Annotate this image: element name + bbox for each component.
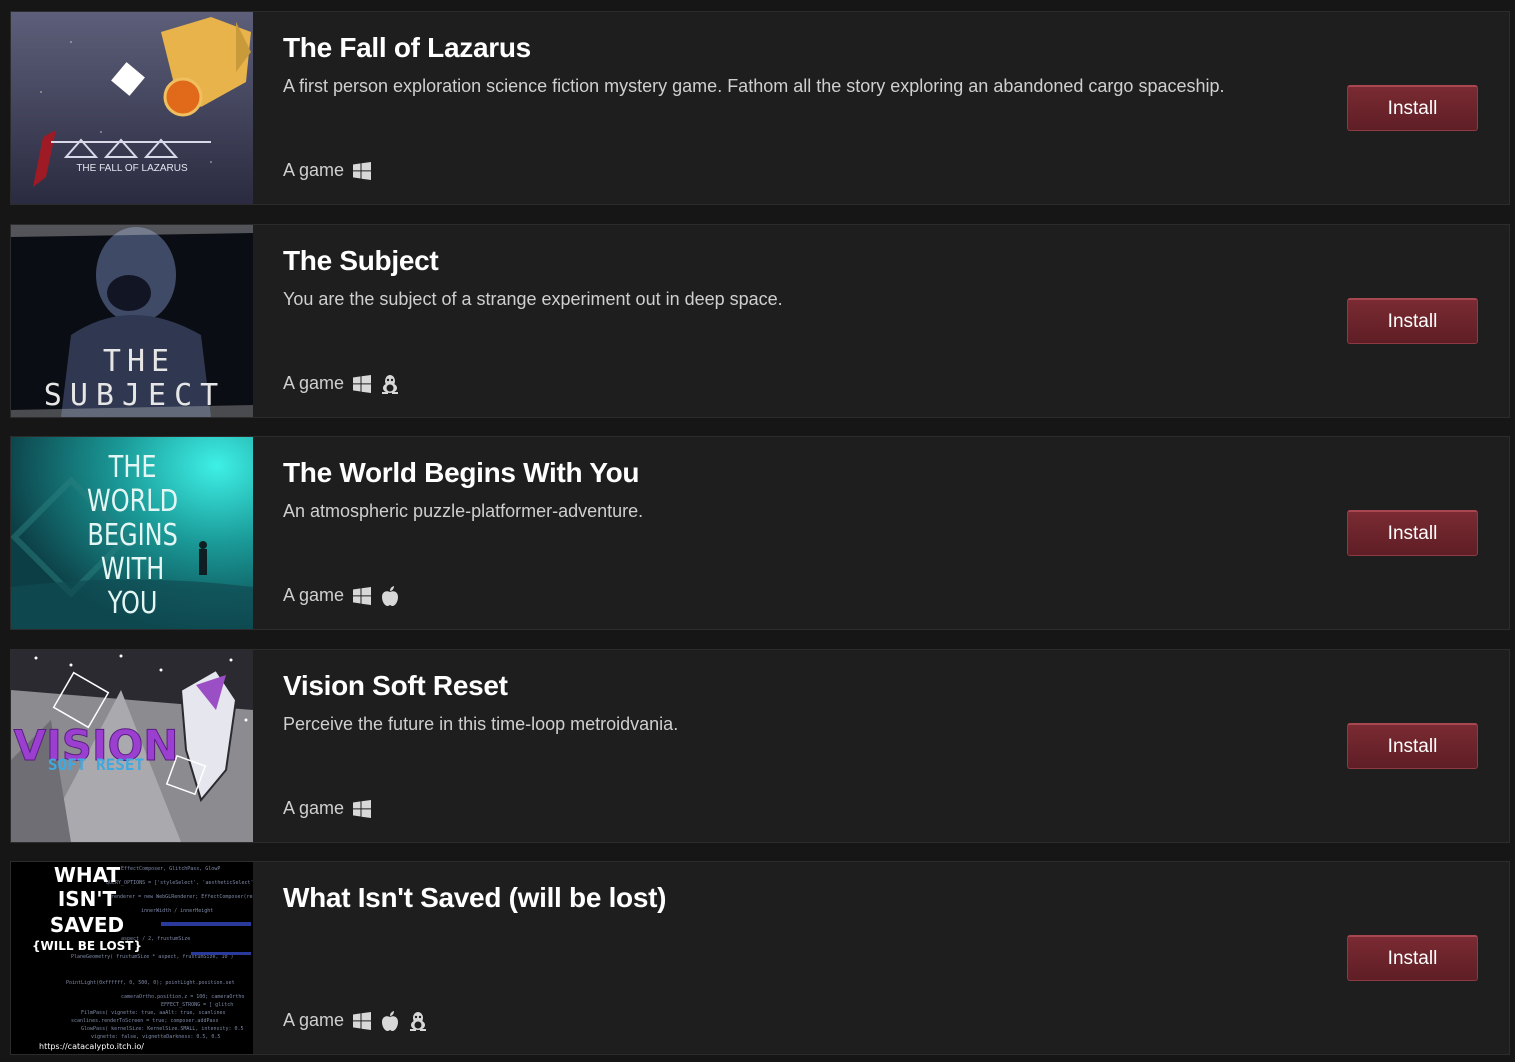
game-title[interactable]: Vision Soft Reset	[283, 670, 508, 702]
game-title[interactable]: What Isn't Saved (will be lost)	[283, 882, 666, 914]
game-type-label: A game	[283, 1010, 345, 1030]
game-title[interactable]: The Fall of Lazarus	[283, 32, 531, 64]
svg-text:GlowPass( kernelSize: KernelSi: GlowPass( kernelSize: KernelSize.SMALL, …	[81, 1026, 244, 1032]
apple-icon	[380, 585, 400, 606]
windows-icon	[352, 586, 372, 606]
svg-text:PointLight(0xffffff, 0, 500, 0: PointLight(0xffffff, 0, 500, 0); pointLi…	[66, 980, 235, 986]
svg-text:BEGINS: BEGINS	[87, 518, 177, 552]
game-title[interactable]: The Subject	[283, 245, 439, 277]
install-button[interactable]: Install	[1347, 85, 1478, 131]
svg-text:QUERY_OPTIONS = ['styleSelect': QUERY_OPTIONS = ['styleSelect', 'aesthet…	[106, 880, 253, 886]
svg-text:SOFT RESET: SOFT RESET	[48, 755, 144, 774]
game-row: THE WORLD BEGINS WITH YOU The World Begi…	[10, 436, 1510, 630]
svg-text:cameraOrtho.position.z = 100;: cameraOrtho.position.z = 100; cameraOrth…	[121, 994, 244, 1000]
game-description: A first person exploration science ficti…	[283, 76, 1225, 96]
game-row: EffectComposer, GlitchPass, GlowP QUERY_…	[10, 861, 1510, 1055]
install-button[interactable]: Install	[1347, 723, 1478, 769]
install-button[interactable]: Install	[1347, 935, 1478, 981]
game-row: THE FALL OF LAZARUS The Fall of Lazarus …	[10, 11, 1510, 205]
windows-icon	[352, 374, 372, 394]
game-row: VISION SOFT RESET Vision Soft Reset Perc…	[10, 649, 1510, 843]
svg-text:YOU: YOU	[107, 586, 158, 620]
game-type-label: A game	[283, 798, 345, 818]
game-type-label: A game	[283, 373, 345, 393]
svg-text:SAVED: SAVED	[50, 913, 124, 937]
svg-text:{WILL BE LOST}: {WILL BE LOST}	[32, 939, 142, 953]
game-cover-the-subject[interactable]: THE SUBJECT	[11, 225, 253, 417]
game-meta: A game	[283, 798, 372, 819]
game-description: You are the subject of a strange experim…	[283, 289, 783, 309]
game-description: Perceive the future in this time-loop me…	[283, 714, 679, 734]
game-title[interactable]: The World Begins With You	[283, 457, 640, 489]
svg-text:scanlines.renderToScreen = tru: scanlines.renderToScreen = true; compose…	[71, 1018, 219, 1024]
windows-icon	[352, 161, 372, 181]
game-meta: A game	[283, 585, 400, 606]
cover-text: THE FALL OF LAZARUS	[76, 163, 188, 174]
game-meta: A game	[283, 373, 400, 394]
game-type-label: A game	[283, 160, 345, 180]
game-type-label: A game	[283, 585, 345, 605]
svg-text:THE: THE	[108, 450, 157, 484]
apple-icon	[380, 1010, 400, 1031]
svg-text:innerWidth / innerHeight: innerWidth / innerHeight	[141, 908, 213, 914]
game-cover-world-begins[interactable]: THE WORLD BEGINS WITH YOU	[11, 437, 253, 629]
game-cover-what-isnt-saved[interactable]: EffectComposer, GlitchPass, GlowP QUERY_…	[11, 862, 253, 1054]
windows-icon	[352, 1011, 372, 1031]
install-button[interactable]: Install	[1347, 510, 1478, 556]
install-button[interactable]: Install	[1347, 298, 1478, 344]
windows-icon	[352, 799, 372, 819]
svg-text:ISN'T: ISN'T	[58, 887, 117, 911]
svg-text:vignette: false, vignetteDarkn: vignette: false, vignetteDarkness: 0.5, …	[91, 1034, 220, 1040]
linux-icon	[408, 1011, 428, 1031]
linux-icon	[380, 374, 400, 394]
svg-text:WHAT: WHAT	[54, 863, 121, 887]
game-cover-lazarus[interactable]: THE FALL OF LAZARUS	[11, 12, 253, 204]
svg-text:WITH: WITH	[101, 552, 164, 586]
game-meta: A game	[283, 1010, 428, 1031]
svg-text:FilmPass( vignette: true, aaAl: FilmPass( vignette: true, aaAlt: true, s…	[81, 1010, 226, 1016]
game-cover-vision-soft-reset[interactable]: VISION SOFT RESET	[11, 650, 253, 842]
svg-text:renderer = new WebGLRenderer;: renderer = new WebGLRenderer; EffectComp…	[111, 894, 253, 900]
svg-text:SUBJECT: SUBJECT	[44, 378, 226, 413]
svg-text:WORLD: WORLD	[87, 484, 178, 518]
game-row: THE SUBJECT The Subject You are the subj…	[10, 224, 1510, 418]
svg-text:EffectComposer, GlitchPass, Gl: EffectComposer, GlitchPass, GlowP	[121, 866, 220, 872]
svg-text:EFFECT_STRONG = [ glitch: EFFECT_STRONG = [ glitch	[161, 1002, 233, 1008]
svg-text:THE: THE	[103, 344, 175, 379]
cover-url: https://catacalypto.itch.io/	[39, 1042, 144, 1051]
game-description: An atmospheric puzzle-platformer-adventu…	[283, 501, 644, 521]
game-meta: A game	[283, 160, 372, 181]
